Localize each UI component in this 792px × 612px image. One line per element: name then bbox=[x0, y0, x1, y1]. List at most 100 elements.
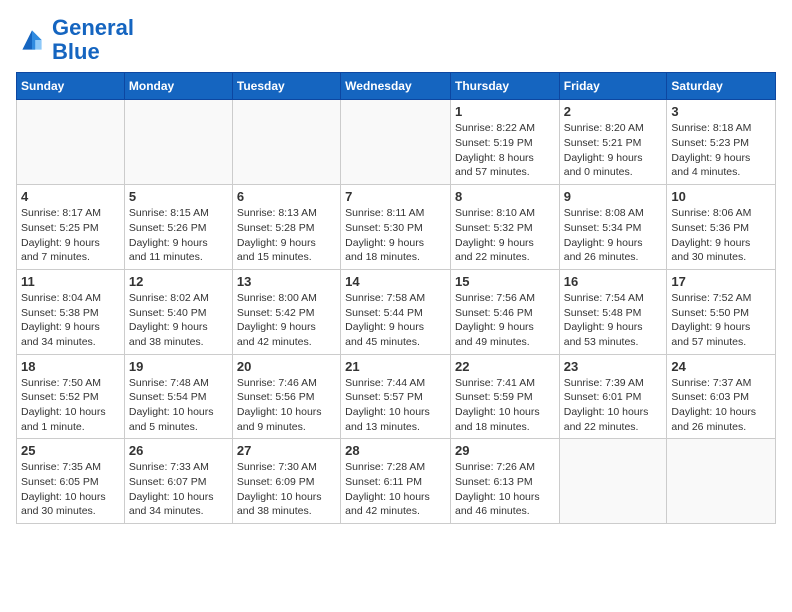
weekday-header-monday: Monday bbox=[124, 73, 232, 100]
calendar-cell: 3 Sunrise: 8:18 AM Sunset: 5:23 PM Daylig… bbox=[667, 100, 776, 185]
calendar-cell: 13 Sunrise: 8:00 AM Sunset: 5:42 PM Dayli… bbox=[232, 269, 340, 354]
day-info: Sunrise: 7:56 AM Sunset: 5:46 PM Dayligh… bbox=[455, 291, 555, 350]
day-info: Sunrise: 7:52 AM Sunset: 5:50 PM Dayligh… bbox=[671, 291, 771, 350]
weekday-header-tuesday: Tuesday bbox=[232, 73, 340, 100]
day-number: 24 bbox=[671, 359, 771, 374]
day-info: Sunrise: 8:15 AM Sunset: 5:26 PM Dayligh… bbox=[129, 206, 228, 265]
calendar-cell: 15 Sunrise: 7:56 AM Sunset: 5:46 PM Dayli… bbox=[450, 269, 559, 354]
day-number: 21 bbox=[345, 359, 446, 374]
day-info: Sunrise: 8:10 AM Sunset: 5:32 PM Dayligh… bbox=[455, 206, 555, 265]
calendar-cell bbox=[232, 100, 340, 185]
day-info: Sunrise: 7:41 AM Sunset: 5:59 PM Dayligh… bbox=[455, 376, 555, 435]
day-number: 7 bbox=[345, 189, 446, 204]
day-number: 13 bbox=[237, 274, 336, 289]
day-info: Sunrise: 7:39 AM Sunset: 6:01 PM Dayligh… bbox=[564, 376, 663, 435]
day-info: Sunrise: 7:37 AM Sunset: 6:03 PM Dayligh… bbox=[671, 376, 771, 435]
weekday-header-sunday: Sunday bbox=[17, 73, 125, 100]
day-info: Sunrise: 8:20 AM Sunset: 5:21 PM Dayligh… bbox=[564, 121, 663, 180]
day-number: 1 bbox=[455, 104, 555, 119]
calendar-cell: 5 Sunrise: 8:15 AM Sunset: 5:26 PM Daylig… bbox=[124, 185, 232, 270]
calendar-cell: 17 Sunrise: 7:52 AM Sunset: 5:50 PM Dayli… bbox=[667, 269, 776, 354]
day-number: 20 bbox=[237, 359, 336, 374]
day-number: 25 bbox=[21, 443, 120, 458]
day-number: 11 bbox=[21, 274, 120, 289]
calendar-cell bbox=[341, 100, 451, 185]
day-info: Sunrise: 7:35 AM Sunset: 6:05 PM Dayligh… bbox=[21, 460, 120, 519]
day-info: Sunrise: 8:08 AM Sunset: 5:34 PM Dayligh… bbox=[564, 206, 663, 265]
day-number: 23 bbox=[564, 359, 663, 374]
calendar-cell: 1 Sunrise: 8:22 AM Sunset: 5:19 PM Daylig… bbox=[450, 100, 559, 185]
logo: General Blue bbox=[16, 16, 134, 64]
day-number: 18 bbox=[21, 359, 120, 374]
calendar-week-4: 18 Sunrise: 7:50 AM Sunset: 5:52 PM Dayli… bbox=[17, 354, 776, 439]
day-info: Sunrise: 7:30 AM Sunset: 6:09 PM Dayligh… bbox=[237, 460, 336, 519]
calendar-cell bbox=[667, 439, 776, 524]
day-info: Sunrise: 7:48 AM Sunset: 5:54 PM Dayligh… bbox=[129, 376, 228, 435]
calendar-cell: 7 Sunrise: 8:11 AM Sunset: 5:30 PM Daylig… bbox=[341, 185, 451, 270]
calendar-cell: 24 Sunrise: 7:37 AM Sunset: 6:03 PM Dayli… bbox=[667, 354, 776, 439]
day-number: 27 bbox=[237, 443, 336, 458]
calendar-cell: 2 Sunrise: 8:20 AM Sunset: 5:21 PM Daylig… bbox=[559, 100, 667, 185]
calendar-cell: 12 Sunrise: 8:02 AM Sunset: 5:40 PM Dayli… bbox=[124, 269, 232, 354]
calendar-cell: 9 Sunrise: 8:08 AM Sunset: 5:34 PM Daylig… bbox=[559, 185, 667, 270]
calendar-cell: 8 Sunrise: 8:10 AM Sunset: 5:32 PM Daylig… bbox=[450, 185, 559, 270]
calendar-cell: 11 Sunrise: 8:04 AM Sunset: 5:38 PM Dayli… bbox=[17, 269, 125, 354]
calendar-week-2: 4Sunrise: 8:17 AM Sunset: 5:25 PM Daylig… bbox=[17, 185, 776, 270]
day-info: Sunrise: 7:58 AM Sunset: 5:44 PM Dayligh… bbox=[345, 291, 446, 350]
day-info: Sunrise: 8:02 AM Sunset: 5:40 PM Dayligh… bbox=[129, 291, 228, 350]
calendar-cell: 29 Sunrise: 7:26 AM Sunset: 6:13 PM Dayli… bbox=[450, 439, 559, 524]
day-info: Sunrise: 8:13 AM Sunset: 5:28 PM Dayligh… bbox=[237, 206, 336, 265]
day-info: Sunrise: 8:11 AM Sunset: 5:30 PM Dayligh… bbox=[345, 206, 446, 265]
day-number: 3 bbox=[671, 104, 771, 119]
day-number: 12 bbox=[129, 274, 228, 289]
day-info: Sunrise: 7:33 AM Sunset: 6:07 PM Dayligh… bbox=[129, 460, 228, 519]
day-number: 5 bbox=[129, 189, 228, 204]
day-info: Sunrise: 8:17 AM Sunset: 5:25 PM Dayligh… bbox=[21, 206, 120, 265]
day-info: Sunrise: 8:22 AM Sunset: 5:19 PM Dayligh… bbox=[455, 121, 555, 180]
calendar-cell: 6Sunrise: 8:13 AM Sunset: 5:28 PM Daylig… bbox=[232, 185, 340, 270]
calendar-cell: 4Sunrise: 8:17 AM Sunset: 5:25 PM Daylig… bbox=[17, 185, 125, 270]
calendar-cell: 27 Sunrise: 7:30 AM Sunset: 6:09 PM Dayli… bbox=[232, 439, 340, 524]
day-info: Sunrise: 7:44 AM Sunset: 5:57 PM Dayligh… bbox=[345, 376, 446, 435]
calendar-cell: 20 Sunrise: 7:46 AM Sunset: 5:56 PM Dayli… bbox=[232, 354, 340, 439]
day-info: Sunrise: 7:26 AM Sunset: 6:13 PM Dayligh… bbox=[455, 460, 555, 519]
weekday-header-thursday: Thursday bbox=[450, 73, 559, 100]
page-header: General Blue bbox=[16, 16, 776, 64]
day-number: 9 bbox=[564, 189, 663, 204]
day-info: Sunrise: 8:04 AM Sunset: 5:38 PM Dayligh… bbox=[21, 291, 120, 350]
day-number: 22 bbox=[455, 359, 555, 374]
calendar-cell: 25 Sunrise: 7:35 AM Sunset: 6:05 PM Dayli… bbox=[17, 439, 125, 524]
logo-icon bbox=[16, 24, 48, 56]
calendar-week-5: 25 Sunrise: 7:35 AM Sunset: 6:05 PM Dayli… bbox=[17, 439, 776, 524]
calendar-cell: 19 Sunrise: 7:48 AM Sunset: 5:54 PM Dayli… bbox=[124, 354, 232, 439]
day-number: 29 bbox=[455, 443, 555, 458]
day-info: Sunrise: 8:00 AM Sunset: 5:42 PM Dayligh… bbox=[237, 291, 336, 350]
logo-text: General Blue bbox=[52, 16, 134, 64]
day-number: 26 bbox=[129, 443, 228, 458]
calendar-table: SundayMondayTuesdayWednesdayThursdayFrid… bbox=[16, 72, 776, 524]
day-info: Sunrise: 7:50 AM Sunset: 5:52 PM Dayligh… bbox=[21, 376, 120, 435]
day-number: 10 bbox=[671, 189, 771, 204]
calendar-week-1: 1 Sunrise: 8:22 AM Sunset: 5:19 PM Daylig… bbox=[17, 100, 776, 185]
day-number: 17 bbox=[671, 274, 771, 289]
day-number: 28 bbox=[345, 443, 446, 458]
calendar-cell: 26 Sunrise: 7:33 AM Sunset: 6:07 PM Dayli… bbox=[124, 439, 232, 524]
calendar-cell bbox=[559, 439, 667, 524]
calendar-cell: 28 Sunrise: 7:28 AM Sunset: 6:11 PM Dayli… bbox=[341, 439, 451, 524]
day-info: Sunrise: 8:06 AM Sunset: 5:36 PM Dayligh… bbox=[671, 206, 771, 265]
day-number: 2 bbox=[564, 104, 663, 119]
calendar-cell bbox=[124, 100, 232, 185]
calendar-cell bbox=[17, 100, 125, 185]
calendar-cell: 18 Sunrise: 7:50 AM Sunset: 5:52 PM Dayli… bbox=[17, 354, 125, 439]
calendar-cell: 22 Sunrise: 7:41 AM Sunset: 5:59 PM Dayli… bbox=[450, 354, 559, 439]
weekday-header-wednesday: Wednesday bbox=[341, 73, 451, 100]
day-number: 8 bbox=[455, 189, 555, 204]
calendar-cell: 14 Sunrise: 7:58 AM Sunset: 5:44 PM Dayli… bbox=[341, 269, 451, 354]
day-number: 15 bbox=[455, 274, 555, 289]
day-number: 19 bbox=[129, 359, 228, 374]
weekday-header-friday: Friday bbox=[559, 73, 667, 100]
day-number: 14 bbox=[345, 274, 446, 289]
day-info: Sunrise: 7:46 AM Sunset: 5:56 PM Dayligh… bbox=[237, 376, 336, 435]
day-info: Sunrise: 8:18 AM Sunset: 5:23 PM Dayligh… bbox=[671, 121, 771, 180]
day-info: Sunrise: 7:28 AM Sunset: 6:11 PM Dayligh… bbox=[345, 460, 446, 519]
